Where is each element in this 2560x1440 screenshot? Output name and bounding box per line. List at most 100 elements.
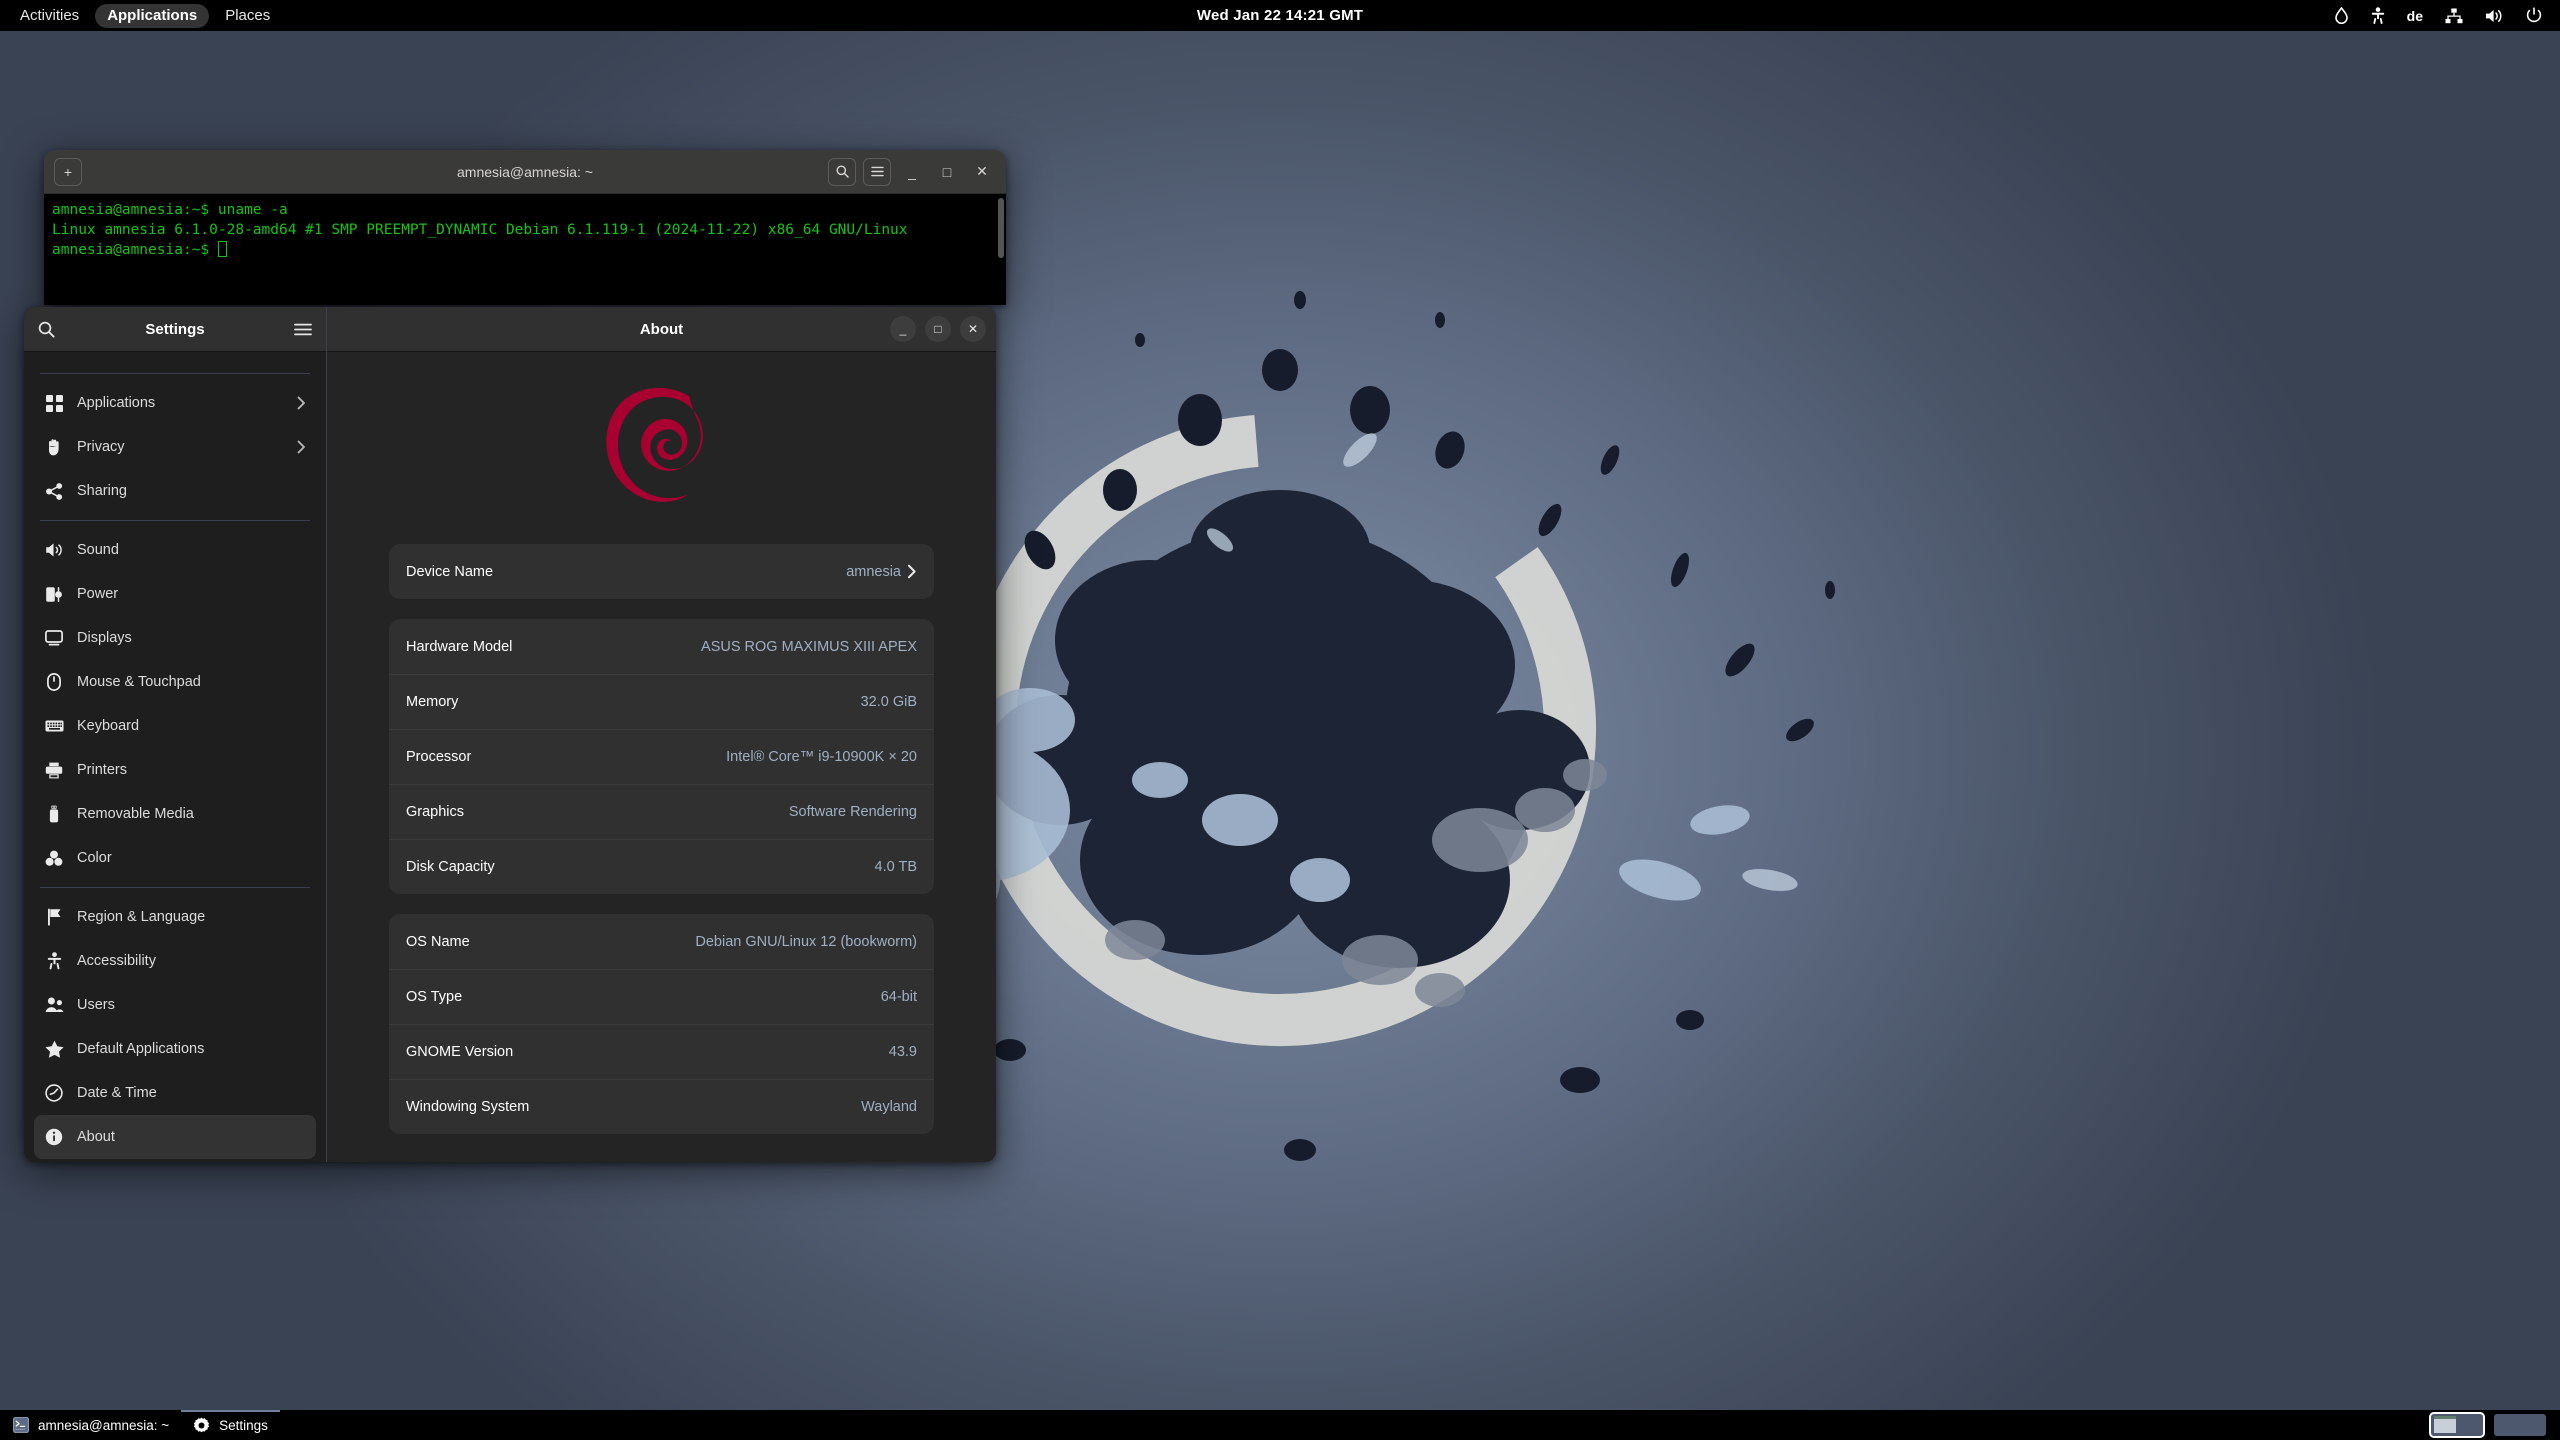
sidebar-item-color[interactable]: Color [34, 836, 316, 880]
row-value: 32.0 GiB [860, 694, 917, 710]
water-drop-icon[interactable] [2334, 7, 2349, 24]
window-list-taskbar: amnesia@amnesia: ~ Settings [0, 1410, 2560, 1440]
device-name-row[interactable]: Device Name amnesia [389, 544, 934, 599]
grid-icon [44, 394, 64, 412]
sidebar-item-keyboard[interactable]: Keyboard [34, 704, 316, 748]
taskbar-item-terminal[interactable]: amnesia@amnesia: ~ [0, 1410, 181, 1440]
row-value: amnesia [846, 563, 901, 580]
software-info-card: OS Name Debian GNU/Linux 12 (bookworm) O… [389, 914, 934, 1134]
sidebar-item-default-applications[interactable]: Default Applications [34, 1027, 316, 1071]
sidebar-item-label: Privacy [77, 439, 125, 455]
table-row: OS Name Debian GNU/Linux 12 (bookworm) [389, 914, 934, 969]
sidebar-item-label: Users [77, 997, 115, 1013]
hamburger-menu-icon[interactable] [294, 323, 312, 336]
network-wired-icon[interactable] [2445, 8, 2463, 24]
settings-category-list[interactable]: Applications Privacy Sharing Sound Power… [24, 352, 326, 1162]
row-label: Disk Capacity [406, 859, 495, 875]
places-menu-button[interactable]: Places [213, 4, 282, 28]
terminal-close-button[interactable]: ✕ [968, 158, 996, 186]
users-icon [44, 997, 64, 1013]
table-row: GNOME Version 43.9 [389, 1024, 934, 1079]
chevron-right-icon [297, 440, 306, 454]
sidebar-item-sharing[interactable]: Sharing [34, 469, 316, 513]
sidebar-item-date-time[interactable]: Date & Time [34, 1071, 316, 1115]
row-value: Debian GNU/Linux 12 (bookworm) [695, 933, 917, 950]
table-row: Windowing System Wayland [389, 1079, 934, 1134]
workspace-thumbnail-1[interactable] [2429, 1412, 2485, 1438]
applications-menu-button[interactable]: Applications [95, 3, 210, 28]
maximize-button[interactable]: □ [925, 316, 951, 342]
terminal-minimize-button[interactable]: _ [898, 158, 926, 186]
volume-icon[interactable] [2485, 8, 2504, 24]
minimize-button[interactable]: _ [890, 316, 916, 342]
power-icon[interactable] [2526, 7, 2542, 24]
row-value: Intel® Core™ i9-10900K × 20 [726, 749, 917, 765]
system-status-area: de [2334, 6, 2560, 25]
settings-window[interactable]: Settings Applications Privacy Sharing So… [24, 307, 996, 1162]
sidebar-item-users[interactable]: Users [34, 983, 316, 1027]
terminal-line: Linux amnesia 6.1.0-28-amd64 #1 SMP PREE… [52, 222, 908, 238]
sidebar-item-accessibility[interactable]: Accessibility [34, 939, 316, 983]
new-tab-button[interactable]: + [54, 157, 82, 186]
sidebar-item-applications[interactable]: Applications [34, 381, 316, 425]
row-label: Device Name [406, 563, 494, 580]
sidebar-item-label: Printers [77, 762, 127, 778]
monitor-icon [44, 630, 64, 646]
row-label: Memory [406, 694, 459, 710]
speaker-icon [44, 542, 64, 558]
sidebar-item-region-language[interactable]: Region & Language [34, 895, 316, 939]
sidebar-item-label: Default Applications [77, 1041, 205, 1057]
gnome-top-bar: Activities Applications Places Wed Jan 2… [0, 0, 2560, 31]
row-value: ASUS ROG MAXIMUS XIII APEX [701, 638, 917, 655]
workspace-switcher[interactable] [2429, 1412, 2560, 1438]
accessibility-icon[interactable] [2371, 6, 2385, 25]
sidebar-item-privacy[interactable]: Privacy [34, 425, 316, 469]
about-content: Device Name amnesia Hardware Model ASUS … [327, 352, 996, 1162]
about-titlebar[interactable]: About _ □ ✕ [327, 307, 996, 352]
activities-button[interactable]: Activities [8, 4, 91, 28]
terminal-window[interactable]: + amnesia@amnesia: ~ _ □ ✕ amnesia@amnes… [44, 150, 1006, 305]
sidebar-item-mouse-touchpad[interactable]: Mouse & Touchpad [34, 660, 316, 704]
row-value: 43.9 [888, 1044, 917, 1060]
terminal-cursor [217, 241, 227, 257]
clock[interactable]: Wed Jan 22 14:21 GMT [1197, 7, 1363, 24]
workspace-thumbnail-2[interactable] [2494, 1414, 2546, 1436]
terminal-icon [12, 1417, 29, 1434]
sidebar-item-removable-media[interactable]: Removable Media [34, 792, 316, 836]
about-page-title: About [639, 320, 684, 338]
sidebar-item-displays[interactable]: Displays [34, 616, 316, 660]
sidebar-titlebar[interactable]: Settings [24, 307, 326, 352]
clock-icon [44, 1084, 64, 1102]
sidebar-item-label: Mouse & Touchpad [77, 674, 201, 690]
row-value: 64-bit [880, 989, 917, 1005]
terminal-scrollbar[interactable] [998, 198, 1004, 258]
search-icon[interactable] [828, 157, 856, 186]
terminal-output[interactable]: amnesia@amnesia:~$ uname -a Linux amnesi… [44, 194, 1006, 305]
sidebar-item-power[interactable]: Power [34, 572, 316, 616]
taskbar-item-settings[interactable]: Settings [181, 1410, 280, 1440]
hand-icon [44, 438, 64, 456]
hamburger-menu-icon[interactable] [863, 157, 891, 186]
divider [40, 520, 310, 521]
close-button[interactable]: ✕ [960, 316, 986, 342]
sidebar-item-sound[interactable]: Sound [34, 528, 316, 572]
usb-icon [44, 805, 64, 823]
keyboard-layout-indicator[interactable]: de [2407, 8, 2423, 24]
row-label: OS Type [406, 989, 463, 1005]
taskbar-item-label: Settings [219, 1417, 268, 1433]
row-label: Windowing System [406, 1099, 530, 1115]
terminal-maximize-button[interactable]: □ [933, 158, 961, 186]
device-name-card: Device Name amnesia [389, 544, 934, 599]
color-icon [44, 850, 64, 867]
search-icon[interactable] [38, 321, 55, 338]
table-row: OS Type 64-bit [389, 969, 934, 1024]
row-label: Graphics [406, 804, 465, 820]
row-value: Wayland [861, 1099, 917, 1115]
clipped-scrolled-item[interactable] [34, 352, 316, 366]
flag-icon [44, 908, 64, 926]
sidebar-item-printers[interactable]: Printers [34, 748, 316, 792]
terminal-titlebar[interactable]: + amnesia@amnesia: ~ _ □ ✕ [44, 150, 1006, 194]
row-label: Hardware Model [406, 638, 513, 655]
row-value: Software Rendering [788, 804, 917, 820]
sidebar-item-about[interactable]: About [34, 1115, 316, 1159]
